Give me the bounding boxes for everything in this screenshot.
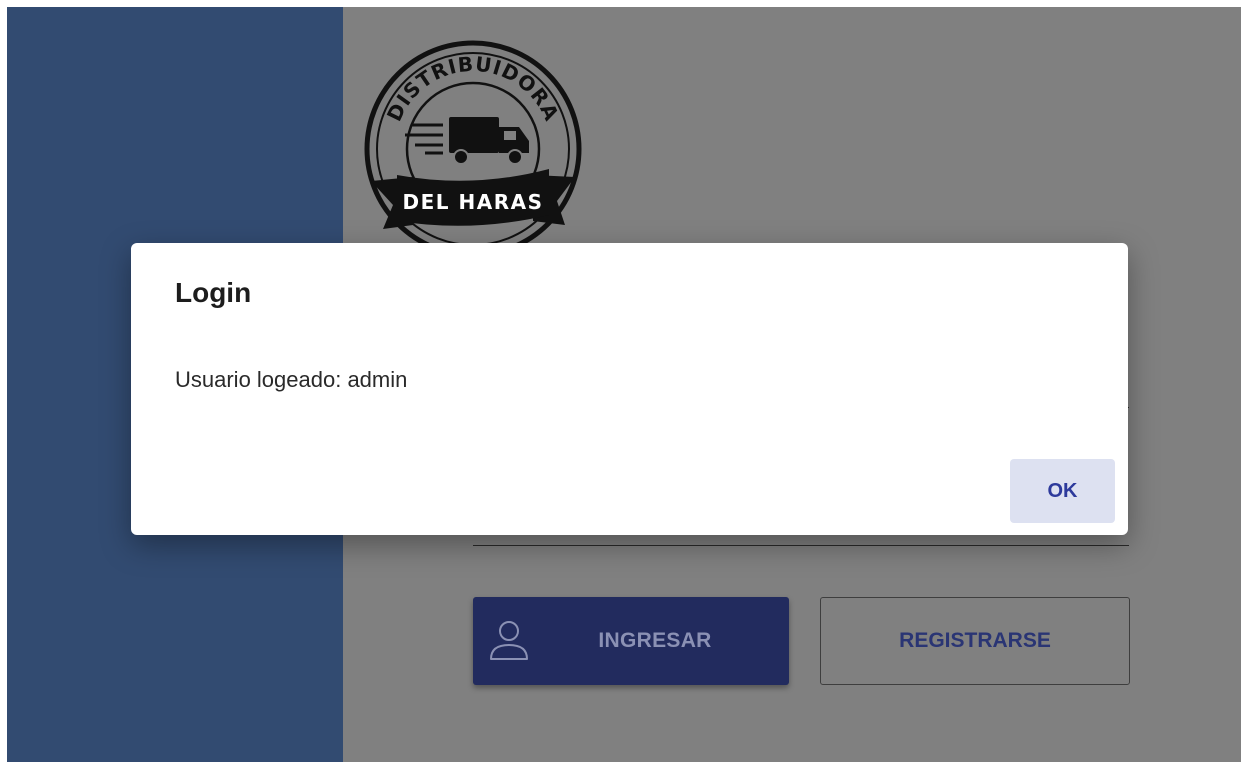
dialog-message: Usuario logeado: admin (175, 367, 408, 392)
login-dialog: Login Usuario logeado: admin OK (131, 243, 1128, 535)
password-field-underline (473, 545, 1129, 546)
ok-button[interactable]: OK (1010, 459, 1115, 523)
distribuidora-logo: DISTRIBUIDORA DEL HARAS (364, 40, 582, 258)
ingresar-button-label: INGRESAR (598, 629, 712, 652)
ingresar-button[interactable]: INGRESAR (473, 597, 789, 685)
registrarse-button[interactable]: REGISTRARSE (820, 597, 1130, 685)
app-window: DISTRIBUIDORA DEL HARAS INGRESAR REGISTR… (7, 7, 1241, 762)
logo-banner-text: DEL HARAS (403, 190, 544, 214)
dialog-title: Login (175, 277, 252, 308)
delivery-truck-icon (405, 117, 529, 165)
